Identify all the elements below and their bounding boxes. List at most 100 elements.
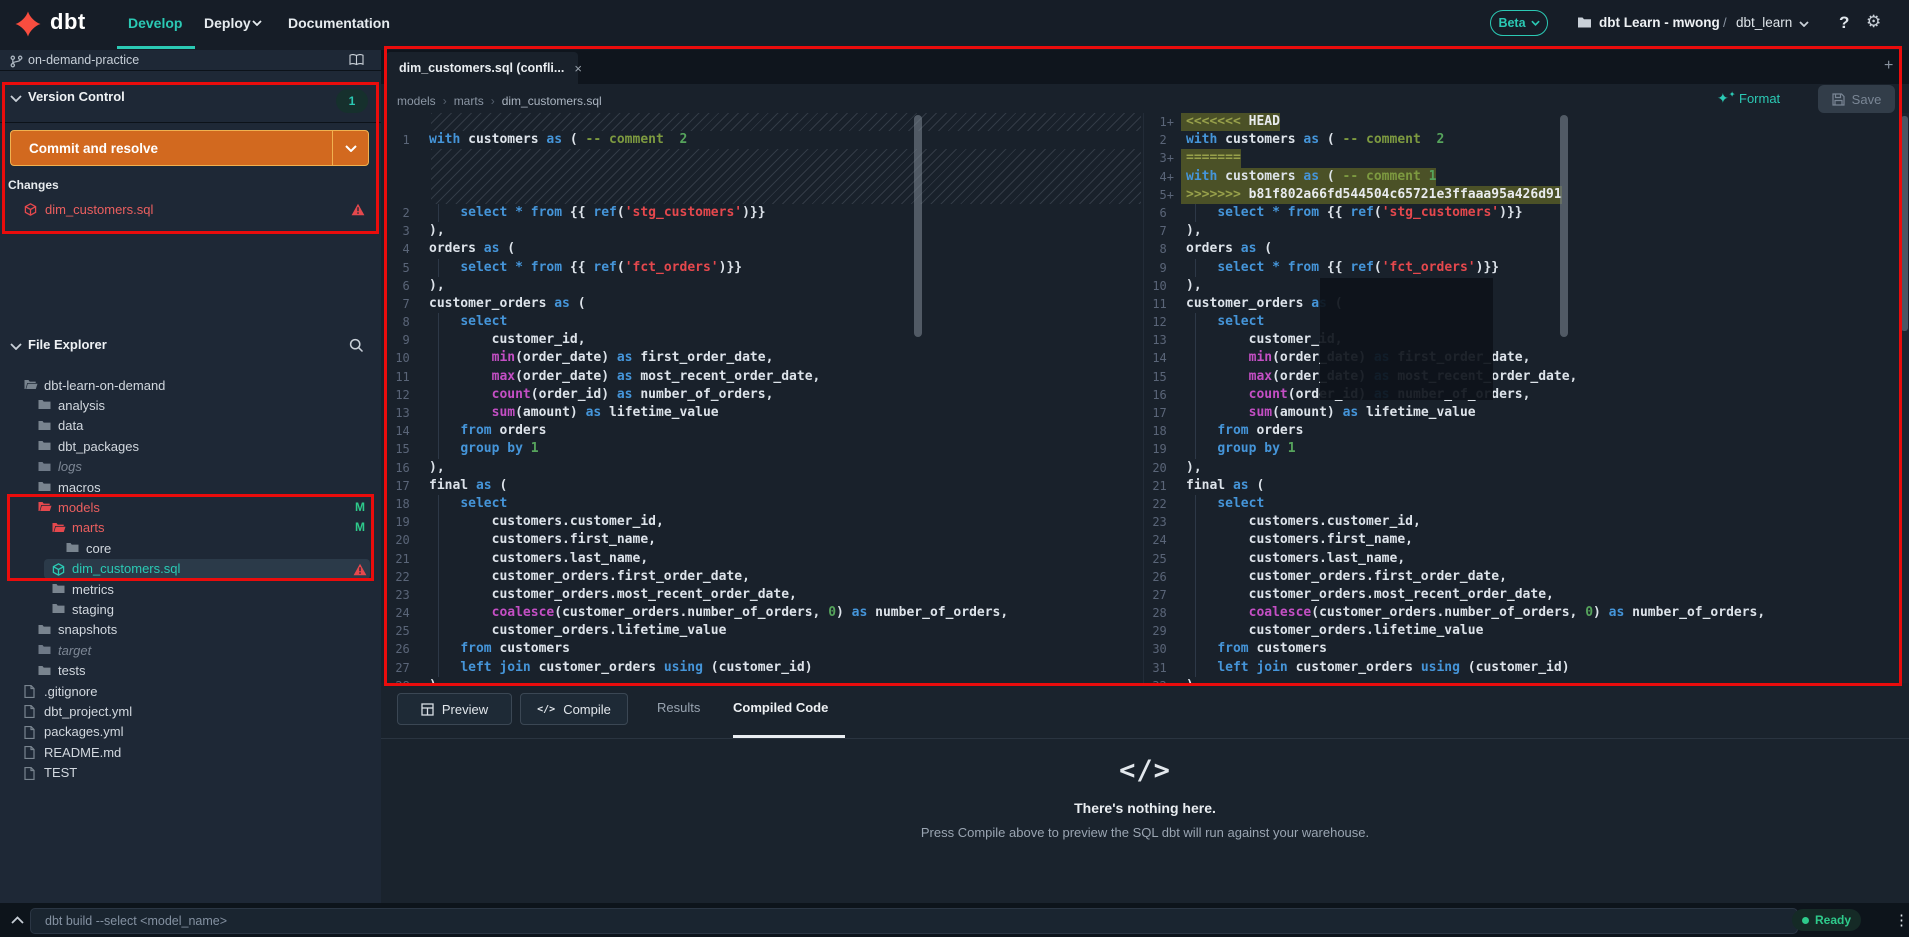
- code-line: 13 customer_id,: [1144, 331, 1909, 350]
- tree-item-dim-customers-sql[interactable]: dim_customers.sql: [0, 558, 381, 580]
- tree-item-snapshots[interactable]: snapshots: [0, 620, 381, 640]
- version-control-chevron-icon[interactable]: [10, 95, 22, 102]
- nav-tab-deploy[interactable]: Deploy: [204, 15, 251, 31]
- nav-tab-documentation[interactable]: Documentation: [288, 15, 390, 31]
- file-explorer-title[interactable]: File Explorer: [28, 337, 107, 352]
- code-line-text: sum(amount) as lifetime_value: [1181, 404, 1476, 423]
- code-line: 9 select * from {{ ref('fct_orders')}}: [1144, 258, 1909, 277]
- tree-item-label: logs: [58, 459, 82, 475]
- beta-badge[interactable]: Beta: [1490, 10, 1548, 36]
- tree-item-target[interactable]: target: [0, 640, 381, 660]
- tree-item-packages-yml[interactable]: packages.yml: [0, 722, 381, 742]
- changed-file-row[interactable]: dim_customers.sql: [0, 200, 381, 222]
- tree-item-core[interactable]: core: [0, 538, 381, 558]
- preview-button[interactable]: Preview: [397, 693, 512, 725]
- breadcrumb-file[interactable]: dim_customers.sql: [502, 94, 602, 108]
- compile-button[interactable]: </> Compile: [520, 693, 628, 725]
- editor-right-pane[interactable]: 1+ <<<<<<< HEAD 2 with customers as ( -- …: [1143, 113, 1909, 683]
- code-line-text: select * from {{ ref('fct_orders')}}: [1181, 258, 1499, 277]
- tree-item-analysis[interactable]: analysis: [0, 395, 381, 415]
- tree-item-data[interactable]: data: [0, 416, 381, 436]
- editor-scrollbar-thumb[interactable]: [1901, 116, 1908, 331]
- code-line: 9 customer_id,: [381, 331, 1143, 350]
- tree-item-label: TEST: [44, 765, 78, 781]
- branch-name[interactable]: on-demand-practice: [28, 53, 139, 67]
- empty-state: </> There's nothing here. Press Compile …: [381, 739, 1909, 903]
- code-line-text: from orders: [424, 422, 546, 441]
- code-line-text: select * from {{ ref('stg_customers')}}: [1181, 203, 1523, 223]
- file-icon: [24, 705, 35, 719]
- tab-dim-customers[interactable]: dim_customers.sql (confli... ×: [386, 52, 582, 84]
- tree-item-metrics[interactable]: metrics: [0, 579, 381, 599]
- code-line-text: group by 1: [424, 440, 539, 459]
- code-line: 16 ),: [381, 459, 1143, 477]
- panel-expand-chevron-icon[interactable]: [11, 916, 24, 924]
- account-selector[interactable]: dbt Learn - mwong: [1599, 15, 1720, 30]
- tree-item-label: dbt_packages: [58, 438, 139, 454]
- right-pane-scrollbar[interactable]: [1560, 115, 1568, 337]
- tree-item-label: models: [58, 499, 100, 515]
- file-search-icon[interactable]: [349, 338, 364, 353]
- top-navbar: dbt Develop Deploy Documentation Beta db…: [0, 0, 1909, 50]
- tree-item-logs[interactable]: logs: [0, 457, 381, 477]
- tree-item-test[interactable]: TEST: [0, 763, 381, 783]
- code-line-text: ),: [1186, 277, 1202, 293]
- tree-item-macros[interactable]: macros: [0, 477, 381, 497]
- deploy-chevron-icon[interactable]: [252, 20, 262, 26]
- tree-item-staging[interactable]: staging: [0, 599, 381, 619]
- tab-title: dim_customers.sql (confli...: [399, 61, 565, 75]
- overflow-menu-icon[interactable]: ⋮: [1894, 911, 1909, 929]
- tree-item-tests[interactable]: tests: [0, 661, 381, 681]
- line-number: 2: [1152, 133, 1174, 148]
- save-button[interactable]: Save: [1818, 85, 1895, 113]
- tree-item-marts[interactable]: marts M: [0, 518, 381, 538]
- version-control-title[interactable]: Version Control: [28, 89, 125, 104]
- dbt-logo-icon[interactable]: [14, 10, 42, 38]
- tree-item-models[interactable]: models M: [0, 497, 381, 517]
- tree-item-dbt-project-yml[interactable]: dbt_project.yml: [0, 701, 381, 721]
- tree-item-label: target: [58, 642, 92, 658]
- line-number: 3: [395, 224, 417, 239]
- project-selector[interactable]: dbt_learn: [1736, 15, 1792, 30]
- help-button[interactable]: ?: [1839, 13, 1849, 33]
- editor-tab-bar: dim_customers.sql (confli... × +: [381, 50, 1909, 84]
- editor-left-pane[interactable]: 1 with customers as ( -- comment 2 2 sel…: [381, 113, 1143, 683]
- code-line-text: ),: [429, 277, 445, 293]
- file-icon: [24, 746, 35, 760]
- line-number: 18: [1152, 424, 1174, 439]
- breadcrumb-models[interactable]: models: [397, 94, 436, 108]
- line-number: 26: [1152, 569, 1174, 584]
- commit-options-chevron-icon[interactable]: [332, 131, 368, 165]
- code-line-text: customers.first_name,: [1181, 531, 1413, 550]
- tree-item-dbt-learn-on-demand[interactable]: dbt-learn-on-demand: [0, 375, 381, 395]
- code-line: 25 customers.last_name,: [1144, 549, 1909, 568]
- tree-item-dbt-packages[interactable]: dbt_packages: [0, 436, 381, 456]
- dbt-ide-app: dbt Develop Deploy Documentation Beta db…: [0, 0, 1909, 937]
- code-line: 28 coalesce(customer_orders.number_of_or…: [1144, 604, 1909, 623]
- code-line: 23 customers.customer_id,: [1144, 513, 1909, 532]
- docs-book-icon[interactable]: [349, 54, 364, 66]
- tree-item--gitignore[interactable]: .gitignore: [0, 681, 381, 701]
- settings-gear-icon[interactable]: ⚙: [1866, 12, 1881, 32]
- code-line-text: customers.first_name,: [424, 531, 656, 550]
- project-chevron-icon[interactable]: [1799, 21, 1809, 27]
- empty-state-subtitle: Press Compile above to preview the SQL d…: [920, 825, 1370, 840]
- code-line: 11 max(order_date) as most_recent_order_…: [381, 367, 1143, 387]
- commit-and-resolve-button[interactable]: Commit and resolve: [10, 130, 369, 166]
- breadcrumb-marts[interactable]: marts: [454, 94, 484, 108]
- file-explorer-chevron-icon[interactable]: [10, 343, 22, 350]
- left-pane-scrollbar[interactable]: [914, 115, 922, 337]
- code-line-text: left join customer_orders using (custome…: [1181, 658, 1570, 678]
- format-button[interactable]: Format: [1739, 91, 1780, 106]
- tab-close-icon[interactable]: ×: [564, 61, 592, 76]
- nav-tab-develop[interactable]: Develop: [128, 15, 182, 31]
- new-tab-icon[interactable]: +: [1884, 57, 1893, 75]
- code-line-text: with customers as ( -- comment 1: [1181, 167, 1437, 186]
- command-input[interactable]: dbt build --select <model_name>: [30, 908, 1798, 934]
- code-line-text: coalesce(customer_orders.number_of_order…: [1181, 604, 1765, 623]
- tab-results[interactable]: Results: [657, 700, 700, 715]
- tree-item-readme-md[interactable]: README.md: [0, 742, 381, 762]
- code-line-text: customers.last_name,: [424, 549, 648, 568]
- tab-compiled-code[interactable]: Compiled Code: [733, 700, 828, 715]
- line-number: 16: [1152, 387, 1174, 402]
